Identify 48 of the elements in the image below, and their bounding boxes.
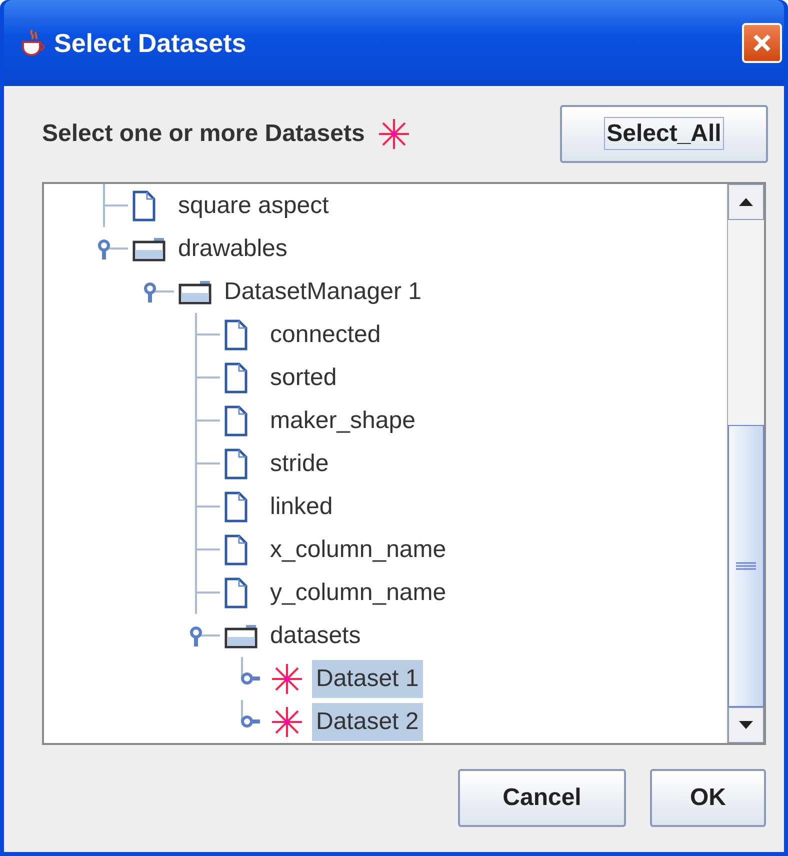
up-arrow-icon: [738, 197, 754, 207]
document-icon: [224, 534, 248, 566]
tree-connector-line: [195, 399, 220, 442]
tree-node[interactable]: x_column_name: [266, 530, 450, 568]
tree-node[interactable]: datasets: [266, 616, 365, 654]
tree-node[interactable]: DatasetManager 1: [220, 272, 426, 310]
tree-connector-line: [195, 442, 220, 485]
document-icon: [224, 576, 248, 608]
tree-node[interactable]: connected: [266, 316, 385, 354]
tree-node[interactable]: maker_shape: [266, 402, 420, 440]
tree-node[interactable]: drawables: [174, 230, 292, 268]
cup-icon: [20, 28, 46, 58]
document-icon: [224, 404, 248, 436]
document-icon: [132, 190, 156, 222]
tree-connector-line: [195, 313, 220, 356]
down-arrow-icon: [738, 720, 754, 730]
document-icon: [224, 490, 248, 522]
star-marker-icon: [376, 117, 411, 151]
tree-connector-line: [103, 184, 128, 227]
document-icon: [224, 448, 248, 480]
document-icon: [224, 318, 248, 350]
folder-icon: [132, 236, 166, 262]
vertical-scrollbar[interactable]: [727, 184, 764, 743]
tree-node[interactable]: y_column_name: [266, 574, 450, 612]
cancel-button[interactable]: Cancel: [458, 769, 626, 827]
tree-node[interactable]: linked: [266, 488, 337, 526]
instruction-label: Select one or more Datasets: [42, 120, 365, 148]
ok-button[interactable]: OK: [650, 769, 766, 827]
tree-connector-line: [195, 528, 220, 571]
tree-node[interactable]: sorted: [266, 358, 341, 396]
select-all-button[interactable]: Select_All: [560, 105, 768, 163]
folder-icon: [224, 622, 258, 648]
tree-connector-line: [195, 485, 220, 528]
scroll-up-button[interactable]: [728, 184, 764, 220]
document-icon: [224, 362, 248, 394]
tree-node[interactable]: stride: [266, 444, 333, 482]
close-button[interactable]: [742, 23, 782, 63]
tree-node[interactable]: square aspect: [174, 186, 333, 224]
scroll-down-button[interactable]: [728, 707, 764, 743]
scrollbar-thumb[interactable]: [728, 424, 764, 707]
tree-connector-line: [195, 571, 220, 614]
tree-node[interactable]: Dataset 2: [312, 702, 423, 740]
tree-node[interactable]: Dataset 1: [312, 660, 423, 698]
folder-icon: [178, 278, 212, 304]
star-marker-icon: [270, 704, 304, 738]
tree-connector-line: [195, 356, 220, 399]
star-marker-icon: [270, 662, 304, 696]
window-title: Select Datasets: [54, 28, 248, 58]
